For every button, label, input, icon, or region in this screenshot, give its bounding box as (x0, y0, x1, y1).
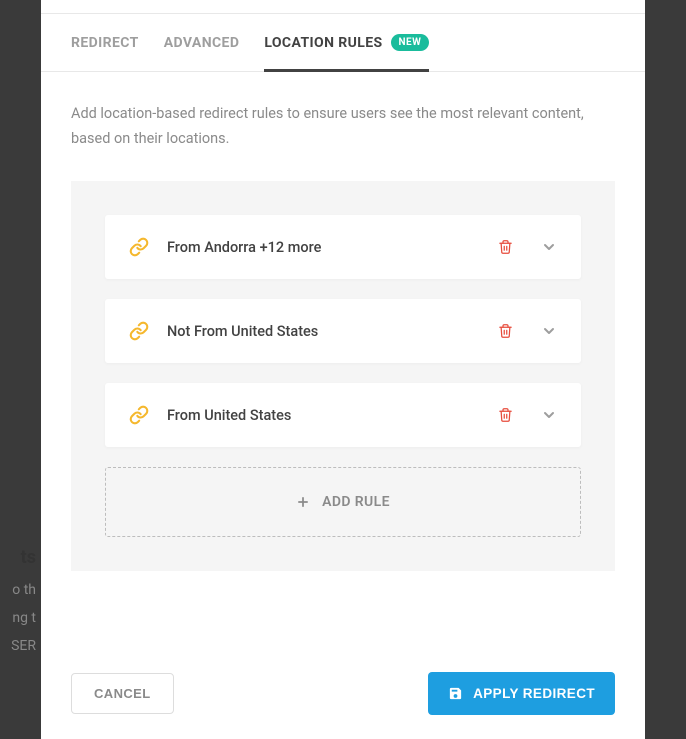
modal-footer: CANCEL APPLY REDIRECT (41, 648, 645, 739)
add-rule-label: ADD RULE (322, 494, 390, 510)
rule-label: From Andorra +12 more (167, 239, 498, 256)
top-divider (41, 0, 645, 14)
expand-rule-button[interactable] (541, 323, 557, 339)
plus-icon (296, 495, 310, 509)
rule-label: Not From United States (167, 323, 498, 340)
apply-redirect-button[interactable]: APPLY REDIRECT (428, 672, 615, 715)
tab-bar: REDIRECT ADVANCED LOCATION RULES NEW (41, 14, 645, 72)
background-obscured-text: ts o th ng t SER (0, 540, 36, 660)
chevron-down-icon (541, 323, 557, 339)
delete-rule-button[interactable] (498, 239, 513, 255)
content-area: Add location-based redirect rules to ens… (41, 72, 645, 648)
link-icon (129, 237, 149, 257)
trash-icon (498, 239, 513, 255)
link-icon (129, 405, 149, 425)
description-text: Add location-based redirect rules to ens… (71, 102, 615, 151)
rule-card: From United States (105, 383, 581, 447)
tab-location-rules[interactable]: LOCATION RULES NEW (264, 14, 429, 72)
trash-icon (498, 323, 513, 339)
rule-label: From United States (167, 407, 498, 424)
expand-rule-button[interactable] (541, 407, 557, 423)
redirect-modal: REDIRECT ADVANCED LOCATION RULES NEW Add… (41, 0, 645, 739)
expand-rule-button[interactable] (541, 239, 557, 255)
rules-panel: From Andorra +12 more Not From United St… (71, 181, 615, 571)
cancel-button[interactable]: CANCEL (71, 673, 174, 714)
delete-rule-button[interactable] (498, 323, 513, 339)
rule-card: Not From United States (105, 299, 581, 363)
tab-advanced[interactable]: ADVANCED (164, 15, 240, 72)
apply-redirect-label: APPLY REDIRECT (473, 686, 595, 701)
tab-location-rules-label: LOCATION RULES (264, 35, 382, 51)
save-icon (448, 686, 463, 701)
tab-redirect[interactable]: REDIRECT (71, 15, 139, 72)
rule-card: From Andorra +12 more (105, 215, 581, 279)
delete-rule-button[interactable] (498, 407, 513, 423)
new-badge: NEW (391, 34, 430, 51)
trash-icon (498, 407, 513, 423)
link-icon (129, 321, 149, 341)
chevron-down-icon (541, 239, 557, 255)
chevron-down-icon (541, 407, 557, 423)
add-rule-button[interactable]: ADD RULE (105, 467, 581, 537)
